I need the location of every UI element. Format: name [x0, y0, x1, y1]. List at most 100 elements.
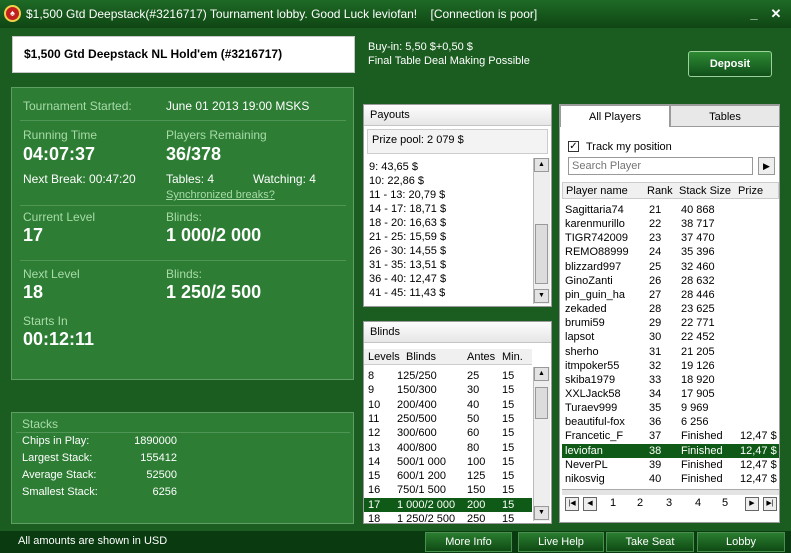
- list-item: 18 - 20: 16,63 $: [369, 217, 447, 229]
- table-row[interactable]: zekaded 28 23 625: [565, 302, 780, 316]
- table-row[interactable]: leviofan 38 Finished 12,47 $: [562, 443, 779, 458]
- table-cell: 17 905: [681, 387, 715, 400]
- table-cell: Francetic_F: [565, 430, 624, 443]
- buy-in-text: Buy-in: 5,50 $+0,50 $: [368, 41, 473, 53]
- scroll-down-icon[interactable]: ▼: [534, 506, 549, 520]
- table-cell: 1 250/2 500: [397, 513, 456, 525]
- table-row: 12 300/600 60 15: [364, 426, 532, 440]
- lobby-button[interactable]: Lobby: [697, 532, 785, 552]
- table-row[interactable]: Francetic_F 37 Finished 12,47 $: [565, 429, 780, 443]
- table-cell: 150/300: [397, 384, 437, 397]
- table-row[interactable]: pin_guin_ha 27 28 446: [565, 288, 780, 302]
- table-cell: 15: [502, 384, 515, 397]
- table-row[interactable]: lapsot 30 22 452: [565, 330, 780, 344]
- table-row[interactable]: Sagittaria74 21 40 868: [565, 203, 780, 217]
- blinds-scrollbar[interactable]: ▲ ▼: [533, 367, 550, 521]
- table-cell: 300/600: [397, 427, 437, 440]
- table-cell: 22: [649, 218, 662, 231]
- synchronized-breaks-link[interactable]: Synchronized breaks?: [166, 189, 275, 201]
- table-cell: 23 625: [681, 303, 715, 316]
- table-cell: 21 205: [681, 345, 715, 358]
- table-row[interactable]: blizzard997 25 32 460: [565, 260, 780, 274]
- stacks-title: Stacks: [22, 417, 59, 431]
- next-page-icon[interactable]: ▶: [745, 497, 759, 511]
- first-page-icon[interactable]: |◀: [565, 497, 579, 511]
- minimize-icon[interactable]: _: [746, 6, 762, 22]
- table-row[interactable]: Turaev999 35 9 969: [565, 401, 780, 415]
- running-time-value: 04:07:37: [23, 144, 96, 164]
- payouts-title: Payouts: [364, 105, 551, 126]
- table-row[interactable]: REMO88999 24 35 396: [565, 245, 780, 259]
- table-cell: 30: [467, 384, 480, 397]
- stack-row-smallest: Smallest Stack: 6256: [22, 486, 177, 498]
- table-cell: 125/250: [397, 370, 437, 382]
- next-break: Next Break: 00:47:20: [23, 172, 136, 186]
- table-row: 10 200/400 40 15: [364, 398, 532, 412]
- table-row[interactable]: XXLJack58 34 17 905: [565, 387, 780, 401]
- tab-all-players[interactable]: All Players: [560, 105, 670, 127]
- table-row: 8 125/250 25 15: [364, 369, 532, 383]
- payouts-scrollbar[interactable]: ▲ ▼: [533, 158, 550, 304]
- current-level-value: 17: [23, 225, 44, 245]
- table-row[interactable]: sherho 31 21 205: [565, 345, 780, 359]
- table-row[interactable]: itmpoker55 32 19 126: [565, 359, 780, 373]
- last-page-icon[interactable]: ▶|: [763, 497, 777, 511]
- page-2[interactable]: 2: [637, 497, 643, 509]
- tournament-info-panel: Tournament Started: June 01 2013 19:00 M…: [11, 87, 354, 380]
- table-row[interactable]: beautiful-fox 36 6 256: [565, 415, 780, 429]
- table-cell: lapsot: [565, 331, 595, 344]
- table-row[interactable]: NeverPL 39 Finished 12,47 $: [565, 458, 780, 472]
- table-cell: itmpoker55: [565, 359, 620, 372]
- page-4[interactable]: 4: [695, 497, 701, 509]
- next-blinds-label: Blinds:: [166, 267, 203, 281]
- table-row[interactable]: karenmurillo 22 38 717: [565, 217, 780, 231]
- table-cell: 15: [502, 513, 515, 525]
- page-1[interactable]: 1: [610, 497, 616, 509]
- table-cell: 32: [649, 359, 662, 372]
- page-3[interactable]: 3: [666, 497, 672, 509]
- take-seat-button[interactable]: Take Seat: [606, 532, 694, 552]
- divider: [20, 205, 346, 206]
- table-cell: 6 256: [681, 416, 709, 429]
- list-item: 31 - 35: 13,51 $: [369, 259, 447, 271]
- scroll-thumb[interactable]: [535, 387, 548, 419]
- scroll-up-icon[interactable]: ▲: [534, 367, 549, 381]
- table-cell: 23: [649, 232, 662, 245]
- table-row[interactable]: TIGR742009 23 37 470: [565, 231, 780, 245]
- table-cell: 200/400: [397, 398, 437, 411]
- table-cell: 15: [502, 441, 515, 454]
- track-position-checkbox[interactable]: ✓: [568, 141, 579, 152]
- table-row[interactable]: GinoZanti 26 28 632: [565, 274, 780, 288]
- table-cell: 60: [467, 427, 480, 440]
- table-cell: 50: [467, 412, 480, 425]
- table-cell: 27: [649, 288, 662, 301]
- stack-row-largest: Largest Stack: 155412: [22, 452, 177, 464]
- track-position-label: Track my position: [586, 141, 672, 153]
- list-item: 14 - 17: 18,71 $: [369, 203, 447, 215]
- players-hscrollbar[interactable]: [562, 489, 779, 495]
- search-go-icon[interactable]: ▶: [758, 157, 775, 175]
- table-cell: 40: [467, 398, 480, 411]
- prev-page-icon[interactable]: ◀: [583, 497, 597, 511]
- live-help-button[interactable]: Live Help: [518, 532, 604, 552]
- search-player-input[interactable]: [568, 157, 753, 175]
- close-icon[interactable]: ✕: [768, 6, 784, 22]
- players-remaining-label: Players Remaining: [166, 128, 267, 142]
- scroll-down-icon[interactable]: ▼: [534, 289, 549, 303]
- tab-tables[interactable]: Tables: [670, 105, 780, 127]
- page-5[interactable]: 5: [722, 497, 728, 509]
- scroll-up-icon[interactable]: ▲: [534, 158, 549, 172]
- scroll-thumb[interactable]: [535, 224, 548, 284]
- deposit-button[interactable]: Deposit: [688, 51, 772, 77]
- more-info-button[interactable]: More Info: [425, 532, 512, 552]
- table-cell: 38: [649, 444, 662, 457]
- table-row[interactable]: nikosvig 40 Finished 12,47 $: [565, 472, 780, 486]
- table-cell: 16: [368, 484, 381, 497]
- table-cell: 18: [368, 513, 381, 525]
- table-row[interactable]: skiba1979 33 18 920: [565, 373, 780, 387]
- started-value: June 01 2013 19:00 MSKS: [166, 99, 310, 113]
- table-cell: Finished: [681, 458, 723, 471]
- table-cell: 600/1 200: [397, 470, 446, 483]
- table-cell: GinoZanti: [565, 274, 613, 287]
- table-row[interactable]: brumi59 29 22 771: [565, 316, 780, 330]
